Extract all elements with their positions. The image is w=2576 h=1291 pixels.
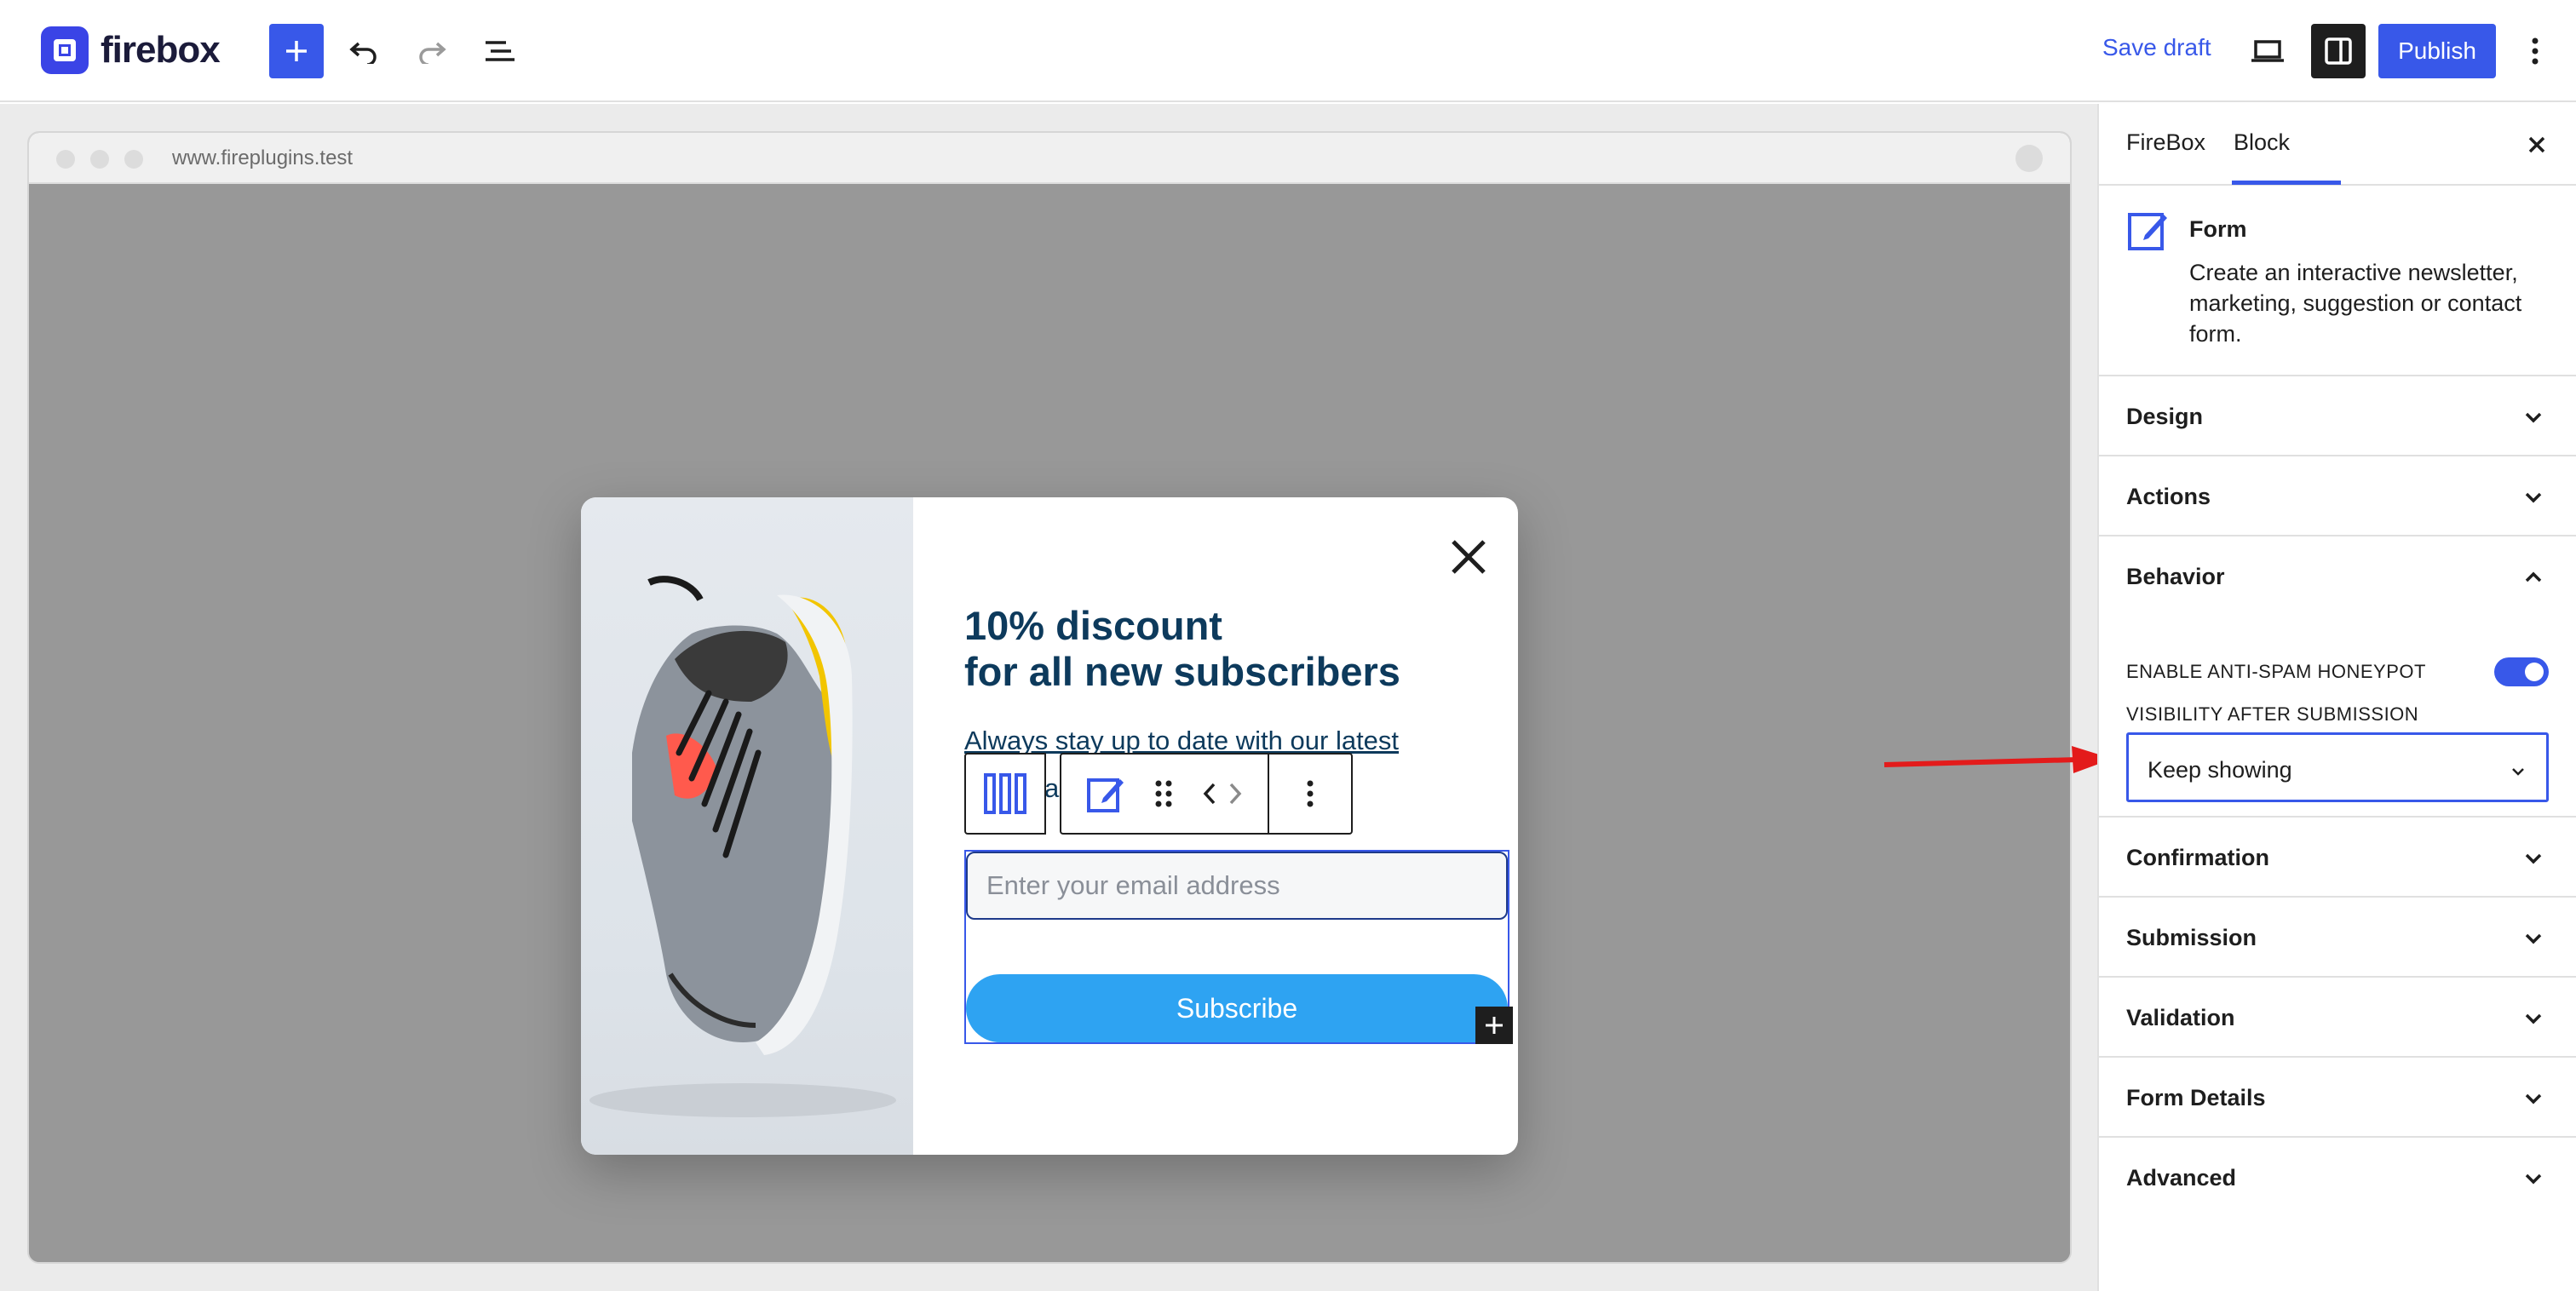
form-block-icon[interactable] [1086, 774, 1125, 813]
top-toolbar: firebox Save draft Publish [0, 0, 2576, 102]
panel-submission[interactable]: Submission [2099, 898, 2576, 978]
tab-firebox[interactable]: FireBox [2126, 129, 2205, 156]
tab-block[interactable]: Block [2234, 129, 2290, 156]
laptop-icon [2251, 40, 2284, 62]
window-dot-icon [124, 150, 143, 169]
block-toolbar [964, 753, 1353, 835]
popup-headline[interactable]: 10% discount for all new subscribers [964, 603, 1400, 695]
drag-handle-icon[interactable] [1154, 779, 1173, 808]
subscribe-button[interactable]: Subscribe [966, 974, 1508, 1042]
vertical-ellipsis-icon [1307, 780, 1314, 807]
panel-actions[interactable]: Actions [2099, 456, 2576, 536]
plus-icon [1486, 1017, 1503, 1034]
settings-button[interactable] [2311, 24, 2366, 78]
panel-title[interactable]: Behavior [2126, 564, 2225, 590]
redo-icon [419, 42, 446, 64]
email-field[interactable]: Enter your email address [966, 852, 1508, 920]
block-title: Form [2189, 216, 2247, 242]
block-options-button[interactable] [1268, 753, 1353, 835]
preview-button[interactable] [2240, 24, 2295, 78]
honeypot-toggle[interactable] [2494, 657, 2549, 686]
sneaker-illustration [589, 576, 896, 1117]
options-button[interactable] [2510, 24, 2561, 78]
browser-url: www.fireplugins.test [172, 146, 354, 169]
close-icon [2528, 136, 2545, 153]
chevron-down-icon [2525, 933, 2542, 944]
block-card: Form Create an interactive newsletter, m… [2099, 186, 2576, 376]
form-block-icon [2128, 213, 2167, 250]
editor-canvas: www.fireplugins.test 10% discount for al… [0, 104, 2097, 1291]
panel-title: Submission [2126, 925, 2257, 950]
undo-button[interactable] [336, 24, 391, 78]
close-icon [1452, 540, 1486, 574]
sidebar-icon [2325, 37, 2352, 65]
panel-validation[interactable]: Validation [2099, 978, 2576, 1058]
visibility-select[interactable]: Keep showing [2126, 732, 2549, 802]
panel-title: Advanced [2126, 1165, 2237, 1191]
sidebar-tabs: FireBox Block [2099, 104, 2576, 186]
window-dot-icon [90, 150, 109, 169]
headline-line-1: 10% discount [964, 603, 1222, 648]
form-block[interactable]: Enter your email address Subscribe [964, 850, 1513, 1044]
chevron-down-icon [2512, 768, 2524, 776]
chevron-down-icon [2525, 1173, 2542, 1185]
firebox-logo-icon [41, 26, 89, 74]
visibility-label: VISIBILITY AFTER SUBMISSION [2126, 703, 2419, 725]
block-type-controls [1060, 753, 1268, 835]
list-view-icon [486, 41, 515, 61]
headline-line-2: for all new subscribers [964, 649, 1400, 694]
save-draft-button[interactable]: Save draft [2102, 34, 2211, 61]
block-inserter-button[interactable] [1475, 1007, 1513, 1044]
publish-button[interactable]: Publish [2378, 24, 2496, 78]
sneaker-image[interactable] [581, 497, 913, 1155]
window-dot-icon [2015, 145, 2043, 172]
panel-form-details[interactable]: Form Details [2099, 1058, 2576, 1138]
redo-button[interactable] [405, 24, 459, 78]
honeypot-label: ENABLE ANTI-SPAM HONEYPOT [2126, 661, 2426, 682]
firebox-logo[interactable]: firebox [41, 26, 221, 75]
block-description: Create an interactive newsletter, market… [2189, 260, 2522, 347]
panel-confirmation[interactable]: Confirmation [2099, 818, 2576, 898]
panel-design[interactable]: Design [2099, 376, 2576, 456]
plus-icon [286, 41, 307, 61]
visibility-select-value: Keep showing [2148, 757, 2292, 783]
document-overview-button[interactable] [473, 24, 527, 78]
add-block-button[interactable] [269, 24, 324, 78]
chevron-down-icon [2525, 1093, 2542, 1105]
columns-icon [984, 773, 1026, 814]
close-sidebar-button[interactable] [2521, 129, 2552, 160]
window-dot-icon [56, 150, 75, 169]
red-annotation-arrow [1883, 746, 2113, 773]
undo-icon [349, 42, 377, 64]
chevron-down-icon [2525, 1013, 2542, 1024]
active-tab-indicator [2232, 181, 2341, 185]
popup-close-button[interactable] [1441, 530, 1496, 584]
panel-title: Form Details [2126, 1085, 2266, 1110]
browser-address-bar: www.fireplugins.test [29, 133, 2070, 184]
settings-sidebar: FireBox Block Form Create an interactive… [2097, 104, 2576, 1291]
popup-subtext[interactable]: Always stay up to date with our latest [964, 726, 1399, 756]
chevron-up-icon[interactable] [2521, 565, 2545, 589]
panel-title: Actions [2126, 484, 2211, 509]
panel-title: Design [2126, 404, 2204, 429]
panel-title: Confirmation [2126, 845, 2269, 870]
panel-behavior: Behavior ENABLE ANTI-SPAM HONEYPOT VISIB… [2099, 536, 2576, 818]
chevron-down-icon [2525, 853, 2542, 864]
select-parent-block-button[interactable] [964, 753, 1046, 835]
app-name: firebox [101, 29, 221, 71]
panel-title: Validation [2126, 1005, 2235, 1030]
move-left-right-icon[interactable] [1202, 781, 1243, 806]
panel-advanced[interactable]: Advanced [2099, 1138, 2576, 1218]
vertical-ellipsis-icon [2532, 37, 2539, 65]
campaign-popup: 10% discount for all new subscribers Alw… [581, 497, 1518, 1155]
chevron-down-icon [2525, 492, 2542, 503]
chevron-down-icon [2525, 412, 2542, 423]
